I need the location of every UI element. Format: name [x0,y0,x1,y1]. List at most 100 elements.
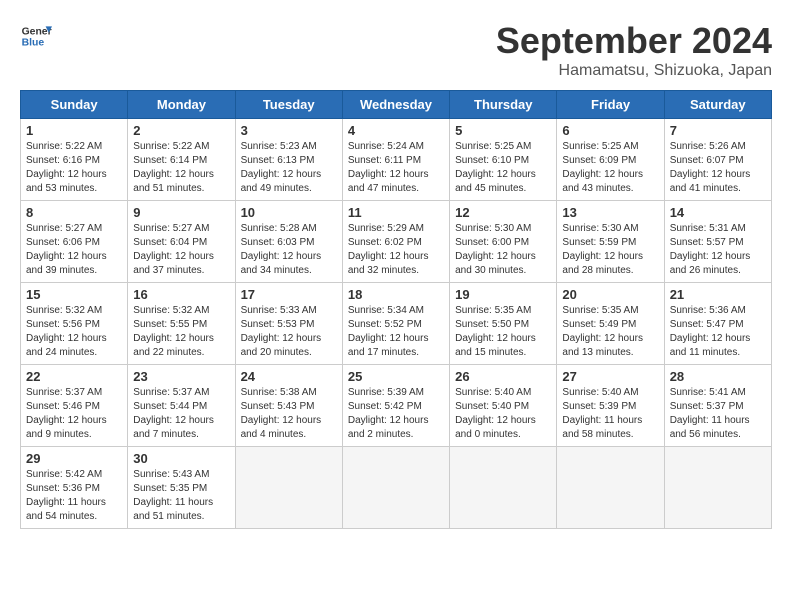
day-info: Sunrise: 5:32 AM Sunset: 5:56 PM Dayligh… [26,304,122,360]
calendar-day-cell: 16 Sunrise: 5:32 AM Sunset: 5:55 PM Dayli… [128,283,235,365]
day-info: Sunrise: 5:28 AM Sunset: 6:03 PM Dayligh… [241,222,337,278]
calendar-day-cell: 25 Sunrise: 5:39 AM Sunset: 5:42 PM Dayli… [342,365,449,447]
header: General Blue September 2024 Hamamatsu, S… [20,20,772,80]
day-info: Sunrise: 5:42 AM Sunset: 5:36 PM Dayligh… [26,468,122,524]
month-title: September 2024 [496,20,772,62]
day-number: 18 [348,287,444,302]
location-title: Hamamatsu, Shizuoka, Japan [496,62,772,80]
day-info: Sunrise: 5:34 AM Sunset: 5:52 PM Dayligh… [348,304,444,360]
day-info: Sunrise: 5:38 AM Sunset: 5:43 PM Dayligh… [241,386,337,442]
calendar-day-cell: 17 Sunrise: 5:33 AM Sunset: 5:53 PM Dayli… [235,283,342,365]
day-number: 10 [241,205,337,220]
day-number: 7 [670,123,766,138]
weekday-header-cell: Thursday [450,91,557,119]
day-number: 4 [348,123,444,138]
day-info: Sunrise: 5:22 AM Sunset: 6:16 PM Dayligh… [26,140,122,196]
calendar-body: 1Sunrise: 5:22 AM Sunset: 6:16 PM Daylig… [21,119,772,529]
calendar-day-cell: 2 Sunrise: 5:22 AM Sunset: 6:14 PM Daylig… [128,119,235,201]
calendar-day-cell: 28Sunrise: 5:41 AM Sunset: 5:37 PM Dayli… [664,365,771,447]
day-number: 20 [562,287,658,302]
calendar-day-cell: 1Sunrise: 5:22 AM Sunset: 6:16 PM Daylig… [21,119,128,201]
day-number: 16 [133,287,229,302]
day-number: 23 [133,369,229,384]
title-area: September 2024 Hamamatsu, Shizuoka, Japa… [496,20,772,80]
day-info: Sunrise: 5:35 AM Sunset: 5:50 PM Dayligh… [455,304,551,360]
day-info: Sunrise: 5:25 AM Sunset: 6:09 PM Dayligh… [562,140,658,196]
day-number: 5 [455,123,551,138]
calendar-week-row: 22 Sunrise: 5:37 AM Sunset: 5:46 PM Dayli… [21,365,772,447]
day-info: Sunrise: 5:35 AM Sunset: 5:49 PM Dayligh… [562,304,658,360]
calendar-day-cell: 19 Sunrise: 5:35 AM Sunset: 5:50 PM Dayli… [450,283,557,365]
day-info: Sunrise: 5:43 AM Sunset: 5:35 PM Dayligh… [133,468,229,524]
day-number: 22 [26,369,122,384]
day-number: 27 [562,369,658,384]
day-info: Sunrise: 5:22 AM Sunset: 6:14 PM Dayligh… [133,140,229,196]
svg-text:Blue: Blue [22,38,45,49]
calendar-day-cell: 22 Sunrise: 5:37 AM Sunset: 5:46 PM Dayli… [21,365,128,447]
calendar-day-cell: 11Sunrise: 5:29 AM Sunset: 6:02 PM Dayli… [342,201,449,283]
calendar-day-cell: 24 Sunrise: 5:38 AM Sunset: 5:43 PM Dayli… [235,365,342,447]
weekday-header-cell: Tuesday [235,91,342,119]
day-number: 12 [455,205,551,220]
calendar-day-cell: 7 Sunrise: 5:26 AM Sunset: 6:07 PM Daylig… [664,119,771,201]
logo: General Blue [20,20,52,52]
day-number: 11 [348,205,444,220]
day-number: 19 [455,287,551,302]
day-info: Sunrise: 5:32 AM Sunset: 5:55 PM Dayligh… [133,304,229,360]
day-info: Sunrise: 5:24 AM Sunset: 6:11 PM Dayligh… [348,140,444,196]
day-number: 30 [133,451,229,466]
day-info: Sunrise: 5:39 AM Sunset: 5:42 PM Dayligh… [348,386,444,442]
calendar-day-cell: 9Sunrise: 5:27 AM Sunset: 6:04 PM Daylig… [128,201,235,283]
calendar-day-cell [557,447,664,529]
day-number: 2 [133,123,229,138]
day-info: Sunrise: 5:27 AM Sunset: 6:06 PM Dayligh… [26,222,122,278]
weekday-header-cell: Wednesday [342,91,449,119]
day-number: 6 [562,123,658,138]
calendar-day-cell: 13Sunrise: 5:30 AM Sunset: 5:59 PM Dayli… [557,201,664,283]
day-info: Sunrise: 5:33 AM Sunset: 5:53 PM Dayligh… [241,304,337,360]
day-number: 26 [455,369,551,384]
day-info: Sunrise: 5:31 AM Sunset: 5:57 PM Dayligh… [670,222,766,278]
weekday-header-row: SundayMondayTuesdayWednesdayThursdayFrid… [21,91,772,119]
calendar-day-cell: 15Sunrise: 5:32 AM Sunset: 5:56 PM Dayli… [21,283,128,365]
calendar-day-cell: 3 Sunrise: 5:23 AM Sunset: 6:13 PM Daylig… [235,119,342,201]
day-info: Sunrise: 5:37 AM Sunset: 5:46 PM Dayligh… [26,386,122,442]
day-info: Sunrise: 5:36 AM Sunset: 5:47 PM Dayligh… [670,304,766,360]
day-number: 28 [670,369,766,384]
calendar-day-cell: 29 Sunrise: 5:42 AM Sunset: 5:36 PM Dayli… [21,447,128,529]
weekday-header-cell: Sunday [21,91,128,119]
weekday-header-cell: Saturday [664,91,771,119]
calendar-day-cell: 18 Sunrise: 5:34 AM Sunset: 5:52 PM Dayli… [342,283,449,365]
day-info: Sunrise: 5:30 AM Sunset: 5:59 PM Dayligh… [562,222,658,278]
calendar-day-cell [664,447,771,529]
day-number: 17 [241,287,337,302]
day-info: Sunrise: 5:37 AM Sunset: 5:44 PM Dayligh… [133,386,229,442]
calendar-day-cell [342,447,449,529]
calendar-week-row: 1Sunrise: 5:22 AM Sunset: 6:16 PM Daylig… [21,119,772,201]
day-number: 25 [348,369,444,384]
calendar-day-cell: 23 Sunrise: 5:37 AM Sunset: 5:44 PM Dayli… [128,365,235,447]
day-number: 29 [26,451,122,466]
calendar-day-cell: 4 Sunrise: 5:24 AM Sunset: 6:11 PM Daylig… [342,119,449,201]
calendar-week-row: 29 Sunrise: 5:42 AM Sunset: 5:36 PM Dayli… [21,447,772,529]
calendar-day-cell: 26 Sunrise: 5:40 AM Sunset: 5:40 PM Dayli… [450,365,557,447]
day-number: 9 [133,205,229,220]
day-info: Sunrise: 5:40 AM Sunset: 5:40 PM Dayligh… [455,386,551,442]
day-number: 24 [241,369,337,384]
calendar-day-cell: 27Sunrise: 5:40 AM Sunset: 5:39 PM Dayli… [557,365,664,447]
day-number: 3 [241,123,337,138]
calendar-day-cell: 30 Sunrise: 5:43 AM Sunset: 5:35 PM Dayli… [128,447,235,529]
day-info: Sunrise: 5:25 AM Sunset: 6:10 PM Dayligh… [455,140,551,196]
calendar-day-cell: 14Sunrise: 5:31 AM Sunset: 5:57 PM Dayli… [664,201,771,283]
calendar-day-cell: 8 Sunrise: 5:27 AM Sunset: 6:06 PM Daylig… [21,201,128,283]
calendar-day-cell: 20 Sunrise: 5:35 AM Sunset: 5:49 PM Dayli… [557,283,664,365]
logo-icon: General Blue [20,20,52,52]
day-info: Sunrise: 5:26 AM Sunset: 6:07 PM Dayligh… [670,140,766,196]
calendar-day-cell: 21 Sunrise: 5:36 AM Sunset: 5:47 PM Dayli… [664,283,771,365]
day-info: Sunrise: 5:30 AM Sunset: 6:00 PM Dayligh… [455,222,551,278]
day-number: 21 [670,287,766,302]
calendar-day-cell [235,447,342,529]
day-info: Sunrise: 5:23 AM Sunset: 6:13 PM Dayligh… [241,140,337,196]
day-number: 8 [26,205,122,220]
calendar-day-cell: 6 Sunrise: 5:25 AM Sunset: 6:09 PM Daylig… [557,119,664,201]
